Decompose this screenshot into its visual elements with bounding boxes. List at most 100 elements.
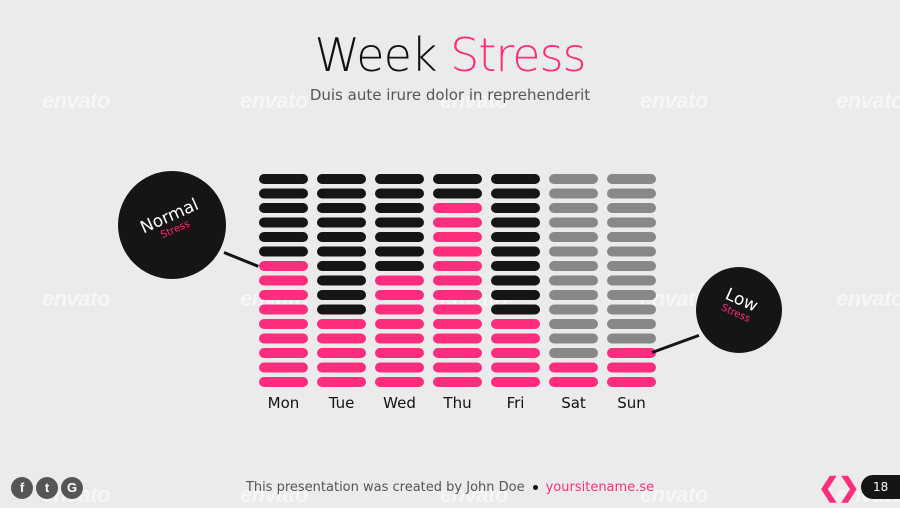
stress-segment-empty [433, 174, 482, 184]
page-number: 18 [861, 475, 900, 499]
stress-segment-empty [317, 232, 366, 242]
stress-segment-filled [491, 377, 540, 387]
stress-segment-empty [607, 261, 656, 271]
stress-segment-empty [491, 174, 540, 184]
day-label: Mon [268, 394, 300, 412]
stress-segment-empty [607, 319, 656, 329]
stress-segment-filled [259, 261, 308, 271]
stress-segment-empty [317, 246, 366, 257]
stress-segment-filled [375, 275, 424, 286]
stress-segment-filled [607, 377, 656, 387]
stress-segment-empty [549, 174, 598, 184]
stress-segment-empty [607, 203, 656, 213]
stress-segment-filled [375, 333, 424, 344]
footer-site-link[interactable]: yoursitename.se [546, 480, 654, 495]
stress-segment-filled [433, 348, 482, 358]
stress-segment-empty [607, 246, 656, 257]
stress-segment-empty [317, 188, 366, 199]
stress-segment-filled [491, 362, 540, 373]
normal-stress-bubble: Normal Stress [118, 171, 226, 279]
stress-segment-filled [259, 348, 308, 358]
footer-credit-text: This presentation was created by John Do… [245, 480, 525, 495]
stress-segment-empty [375, 261, 424, 271]
stress-segment-filled [317, 319, 366, 329]
stress-segment-empty [375, 203, 424, 213]
stress-segment-filled [375, 362, 424, 373]
stress-segment-filled [549, 362, 598, 373]
stress-segment-filled [317, 362, 366, 373]
day-label: Thu [442, 394, 471, 412]
stress-segment-empty [375, 232, 424, 242]
stress-segment-filled [433, 333, 482, 344]
day-label: Sun [617, 394, 646, 412]
stress-segment-filled [375, 377, 424, 387]
stress-segment-filled [433, 319, 482, 329]
stress-segment-empty [549, 203, 598, 213]
stress-segment-empty [375, 174, 424, 184]
stress-segment-filled [433, 217, 482, 228]
stress-segment-empty [607, 232, 656, 242]
prev-slide-arrow-icon[interactable]: ❮ [818, 474, 840, 500]
stress-segment-empty [375, 246, 424, 257]
stress-segment-empty [491, 275, 540, 286]
stress-segment-filled [491, 333, 540, 344]
stress-segment-filled [375, 348, 424, 358]
stress-segment-filled [607, 348, 656, 358]
stress-segment-empty [491, 203, 540, 213]
stress-segment-empty [433, 188, 482, 199]
stress-segment-filled [433, 261, 482, 271]
footer-dot [532, 485, 538, 490]
stress-segment-filled [433, 232, 482, 242]
next-slide-arrow-icon[interactable]: ❯ [838, 474, 860, 500]
stress-segment-empty [317, 217, 366, 228]
stress-segment-empty [549, 319, 598, 329]
stress-segment-empty [259, 246, 308, 257]
stress-segment-filled [491, 348, 540, 358]
stress-segment-empty [549, 348, 598, 358]
stress-segment-empty [549, 188, 598, 199]
stress-segment-filled [375, 290, 424, 300]
stress-segment-empty [607, 304, 656, 315]
stress-segment-filled [259, 362, 308, 373]
stress-segment-empty [317, 290, 366, 300]
stress-segment-empty [549, 217, 598, 228]
stress-segment-filled [259, 290, 308, 300]
stress-segment-empty [607, 275, 656, 286]
stress-segment-empty [317, 174, 366, 184]
stress-segment-empty [491, 188, 540, 199]
stress-segment-filled [259, 377, 308, 387]
stress-segment-filled [433, 290, 482, 300]
stress-segment-empty [491, 304, 540, 315]
stress-segment-filled [549, 377, 598, 387]
stress-segment-empty [607, 188, 656, 199]
stress-segment-empty [259, 203, 308, 213]
stress-segment-filled [433, 304, 482, 315]
stress-segment-empty [607, 217, 656, 228]
stress-segment-empty [549, 261, 598, 271]
stress-segment-empty [259, 217, 308, 228]
stress-segment-filled [375, 319, 424, 329]
stress-segment-empty [607, 333, 656, 344]
stress-segment-empty [375, 188, 424, 199]
stress-segment-empty [491, 261, 540, 271]
stress-segment-filled [317, 377, 366, 387]
stress-segment-empty [317, 304, 366, 315]
stress-segment-filled [375, 304, 424, 315]
stress-segment-empty [317, 275, 366, 286]
day-label: Tue [328, 394, 355, 412]
stress-segment-empty [549, 304, 598, 315]
stress-segment-empty [259, 232, 308, 242]
day-label: Fri [507, 394, 525, 412]
day-label: Sat [561, 394, 586, 412]
stress-segment-empty [491, 217, 540, 228]
footer-credit: This presentation was created by John Do… [0, 480, 900, 495]
stress-segment-filled [433, 377, 482, 387]
stress-segment-empty [375, 217, 424, 228]
stress-segment-empty [259, 174, 308, 184]
stress-segment-empty [549, 333, 598, 344]
day-label: Wed [383, 394, 416, 412]
stress-segment-filled [259, 319, 308, 329]
stress-segment-filled [607, 362, 656, 373]
stress-segment-empty [607, 290, 656, 300]
stress-segment-empty [549, 232, 598, 242]
